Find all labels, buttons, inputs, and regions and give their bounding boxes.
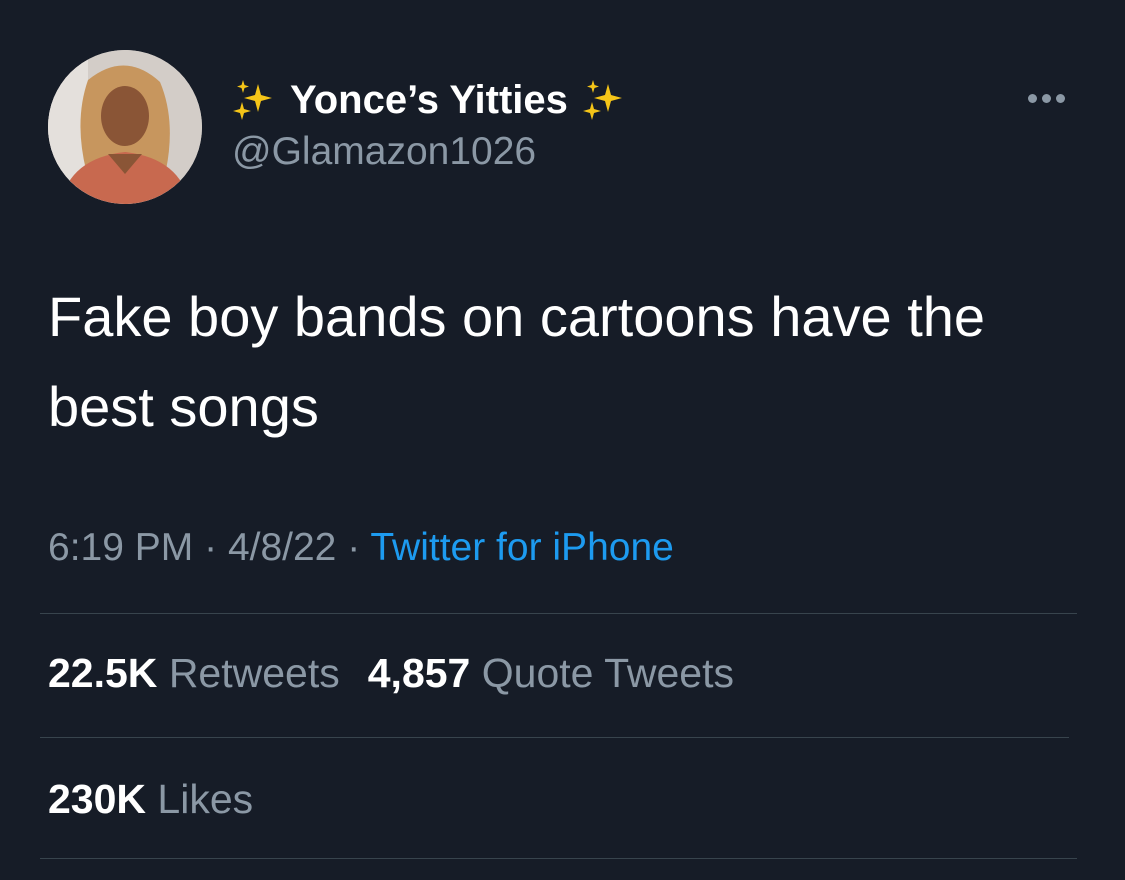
quote-tweets-stat[interactable]: 4,857 Quote Tweets [368,650,734,697]
profile-photo-icon [48,50,202,204]
divider [40,613,1077,614]
tweet-source-link[interactable]: Twitter for iPhone [370,526,673,569]
quote-tweets-count: 4,857 [367,650,471,696]
retweets-label: Retweets [168,650,340,696]
avatar[interactable] [48,50,202,204]
dot [1042,94,1051,103]
tweet-date[interactable]: 4/8/22 [228,526,336,569]
likes-stat[interactable]: 230K Likes [48,776,253,823]
likes-label: Likes [157,776,254,822]
display-name[interactable]: Yonce’s Yitties [232,74,626,126]
meta-separator: · [204,526,218,569]
retweets-count: 22.5K [48,650,158,696]
tweet-time[interactable]: 6:19 PM [48,526,193,569]
sparkles-icon [582,78,626,122]
likes-count: 230K [48,776,147,822]
more-options-icon[interactable] [1028,94,1065,103]
display-name-text: Yonce’s Yitties [290,77,568,122]
engagement-stats: 22.5K Retweets 4,857 Quote Tweets [48,650,734,697]
divider [40,858,1077,859]
divider [40,737,1069,738]
tweet-meta: 6:19 PM · 4/8/22 · Twitter for iPhone [48,526,674,570]
dot [1028,94,1037,103]
quote-tweets-label: Quote Tweets [481,650,734,696]
tweet-text: Fake boy bands on cartoons have the best… [48,285,986,438]
retweets-stat[interactable]: 22.5K Retweets [48,650,340,697]
user-handle[interactable]: @Glamazon1026 [232,130,536,174]
sparkles-icon [232,78,276,122]
meta-separator: · [347,526,361,569]
dot [1056,94,1065,103]
